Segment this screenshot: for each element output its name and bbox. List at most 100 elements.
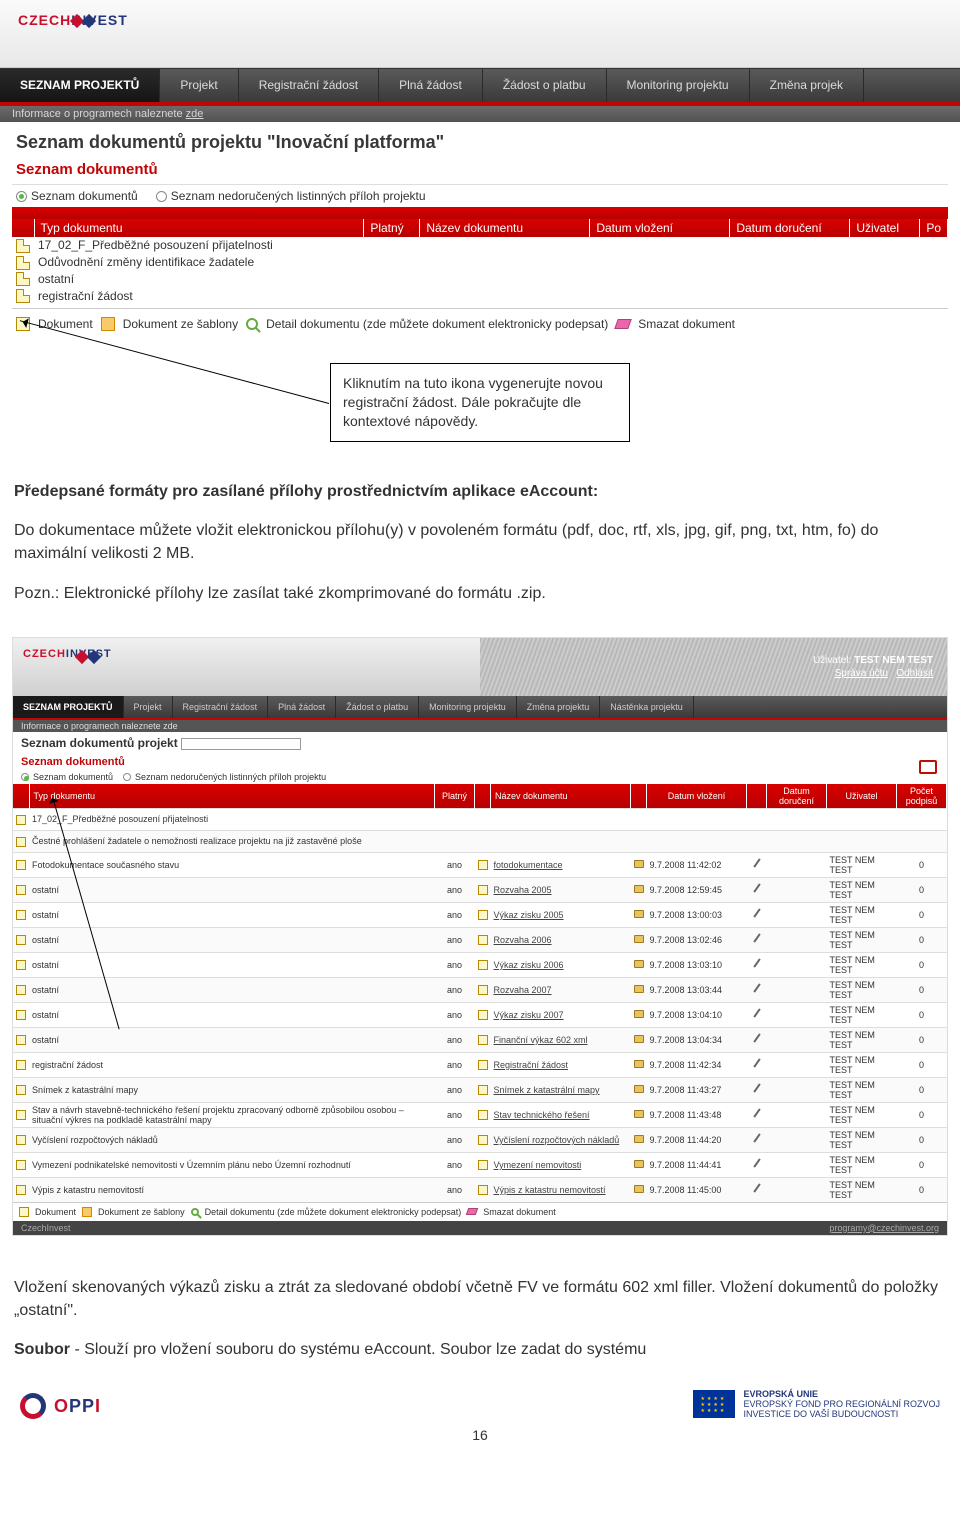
table-row[interactable]: 17_02_F_Předběžné posouzení přijatelnost… [12,237,948,254]
radio-seznam-dokumentu[interactable] [21,773,29,781]
menu-zmena-projektu[interactable]: Změna projektu [517,696,601,718]
odhlasit-link[interactable]: Odhlásit [896,668,933,679]
action-smazat[interactable]: Smazat dokument [638,317,735,331]
action-detail[interactable]: Detail dokumentu (zde můžete dokument el… [266,317,608,331]
template-icon[interactable] [101,317,115,331]
footer-mail-link[interactable]: programy@czechinvest.org [829,1223,939,1233]
table-row[interactable]: Stav a návrh stavebně-technického řešení… [13,1102,947,1127]
pencil-icon[interactable] [750,1032,764,1046]
table-row[interactable]: registrační žádostanoRegistrační žádost9… [13,1052,947,1077]
menu-nastenka[interactable]: Nástěnka projektu [600,696,694,718]
th-podpisu[interactable]: Počet podpisů [897,784,947,809]
folder-icon[interactable] [634,1035,644,1043]
cell-nazev[interactable]: Výkaz zisku 2005 [494,910,564,920]
folder-icon[interactable] [634,1135,644,1143]
pencil-icon[interactable] [750,882,764,896]
th-nazev[interactable]: Název dokumentu [420,219,590,237]
th-doruceni[interactable]: Datum doručení [730,219,850,237]
zoom-icon[interactable] [246,318,258,330]
th-typ[interactable]: Typ dokumentu [29,784,435,809]
pencil-icon[interactable] [750,1007,764,1021]
pencil-icon[interactable] [750,932,764,946]
cell-nazev[interactable]: Výkaz zisku 2007 [494,1010,564,1020]
folder-icon[interactable] [634,985,644,993]
menu-registracni-zadost[interactable]: Registrační žádost [173,696,269,718]
table-row[interactable]: ostatníanoVýkaz zisku 20059.7.2008 13:00… [13,902,947,927]
folder-icon[interactable] [634,1185,644,1193]
cell-nazev[interactable]: Stav technického řešení [494,1110,590,1120]
pencil-icon[interactable] [750,957,764,971]
eraser-icon[interactable] [614,319,632,329]
th-platny[interactable]: Platný [435,784,475,809]
menu-monitoring[interactable]: Monitoring projektu [419,696,517,718]
pencil-icon[interactable] [750,982,764,996]
cell-nazev[interactable]: Snímek z katastrální mapy [494,1085,600,1095]
pencil-icon[interactable] [750,1157,764,1171]
pencil-icon[interactable] [750,1107,764,1121]
menu-seznam-projektu[interactable]: SEZNAM PROJEKTŮ [13,696,124,718]
th-typ[interactable]: Typ dokumentu [34,219,364,237]
cell-nazev[interactable]: Vymezení nemovitosti [494,1160,582,1170]
table-row[interactable]: ostatníanoVýkaz zisku 20079.7.2008 13:04… [13,1002,947,1027]
th-po[interactable]: Po [920,219,948,237]
cell-nazev[interactable]: Rozvaha 2006 [494,935,552,945]
menu-zadost-o-platbu[interactable]: Žádost o platbu [336,696,419,718]
pencil-icon[interactable] [750,1057,764,1071]
table-row[interactable]: Čestné prohlášení žadatele o nemožnosti … [13,830,947,852]
th-nazev[interactable]: Název dokumentu [491,784,631,809]
folder-icon[interactable] [634,1110,644,1118]
table-row[interactable]: registrační žádost [12,287,948,304]
table-row[interactable]: ostatníanoVýkaz zisku 20069.7.2008 13:03… [13,952,947,977]
cell-nazev[interactable]: Vyčíslení rozpočtových nákladů [494,1135,620,1145]
table-row[interactable]: ostatníanoRozvaha 20079.7.2008 13:03:44T… [13,977,947,1002]
table-row[interactable]: ostatní [12,271,948,288]
pencil-icon[interactable] [750,907,764,921]
pencil-icon[interactable] [750,1182,764,1196]
table-row[interactable]: Vymezení podnikatelské nemovitosti v Úze… [13,1152,947,1177]
table-row[interactable]: 17_02_F_Předběžné posouzení přijatelnost… [13,808,947,830]
radio-nedorucene[interactable] [156,191,167,202]
menu-projekt[interactable]: Projekt [124,696,173,718]
pencil-icon[interactable] [750,1132,764,1146]
folder-icon[interactable] [634,1085,644,1093]
template-icon[interactable] [82,1207,92,1217]
radio-nedorucene[interactable] [123,773,131,781]
th-uzivatel[interactable]: Uživatel [850,219,920,237]
folder-icon[interactable] [634,885,644,893]
table-row[interactable]: ostatníanoRozvaha 20059.7.2008 12:59:45T… [13,877,947,902]
sprava-link[interactable]: Správa účtu [835,668,888,679]
pencil-icon[interactable] [750,1082,764,1096]
table-row[interactable]: Vyčíslení rozpočtových nákladůanoVyčísle… [13,1127,947,1152]
cell-nazev[interactable]: Rozvaha 2007 [494,985,552,995]
table-row[interactable]: Odůvodnění změny identifikace žadatele [12,254,948,271]
menu-zadost-o-platbu[interactable]: Žádost o platbu [483,69,607,102]
th-doruceni[interactable]: Datum doručení [767,784,827,809]
folder-icon[interactable] [634,1060,644,1068]
folder-icon[interactable] [634,1010,644,1018]
th-vlozeni[interactable]: Datum vložení [647,784,747,809]
table-row[interactable]: ostatníanoFinanční výkaz 602 xml9.7.2008… [13,1027,947,1052]
folder-icon[interactable] [634,860,644,868]
action-sablona[interactable]: Dokument ze šablony [123,317,238,331]
file-icon[interactable] [19,1207,29,1217]
folder-icon[interactable] [634,935,644,943]
th-platny[interactable]: Platný [364,219,420,237]
menu-plna-zadost[interactable]: Plná žádost [379,69,483,102]
th-uzivatel[interactable]: Uživatel [827,784,897,809]
menu-registracni-zadost[interactable]: Registrační žádost [239,69,379,102]
cell-nazev[interactable]: Výkaz zisku 2006 [494,960,564,970]
folder-icon[interactable] [634,910,644,918]
project-name-input[interactable] [181,738,301,750]
folder-icon[interactable] [634,960,644,968]
cell-nazev[interactable]: Rozvaha 2005 [494,885,552,895]
radio-seznam-dokumentu[interactable] [16,191,27,202]
infobar-link[interactable]: zde [186,108,204,120]
cell-nazev[interactable]: Finanční výkaz 602 xml [494,1035,588,1045]
cell-nazev[interactable]: Výpis z katastru nemovitostí [494,1185,606,1195]
menu-seznam-projektu[interactable]: SEZNAM PROJEKTŮ [0,69,160,102]
book-icon[interactable] [919,760,937,774]
folder-icon[interactable] [634,1160,644,1168]
zoom-icon[interactable] [191,1208,199,1216]
menu-monitoring[interactable]: Monitoring projektu [607,69,750,102]
pencil-icon[interactable] [750,857,764,871]
